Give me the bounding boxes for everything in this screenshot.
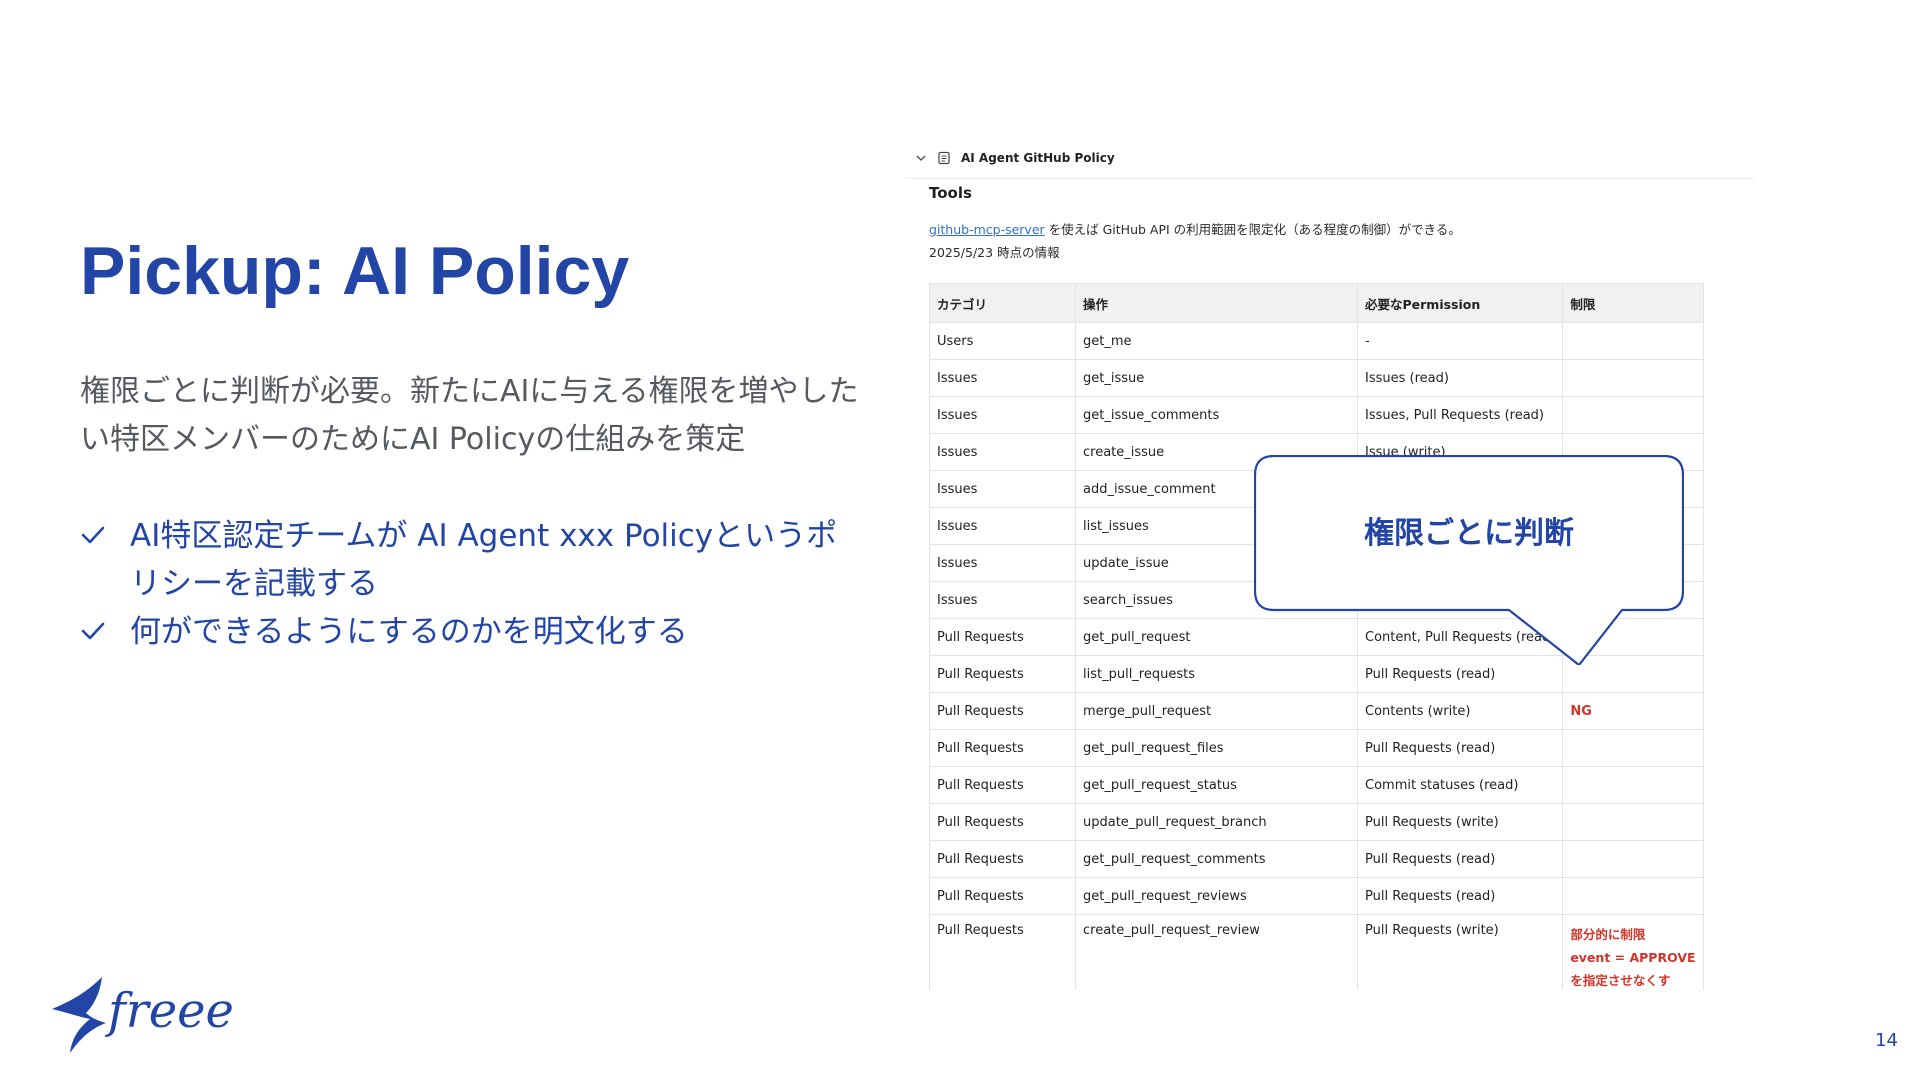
cell-limit — [1562, 877, 1704, 915]
table-row: Pull Requests get_pull_request_files Pull … — [929, 729, 1704, 767]
cell-operation: get_issue_comments — [1075, 396, 1358, 434]
bullet-item: AI特区認定チームが AI Agent xxx Policyというポリシーを記載… — [80, 512, 860, 608]
table-row: Users get_me - — [929, 322, 1704, 360]
limit-line: event = APPROVE — [1570, 950, 1696, 965]
cell-permission: Pull Requests (read) — [1356, 840, 1564, 878]
cell-category: Users — [929, 322, 1076, 360]
tools-note-text: を使えば GitHub API の利用範囲を限定化（ある程度の制御）ができる。 — [1044, 222, 1461, 237]
cell-operation: merge_pull_request — [1075, 692, 1358, 730]
table-row: Pull Requests get_pull_request_reviews Pul… — [929, 877, 1704, 915]
cell-permission: Pull Requests (write) — [1356, 803, 1564, 841]
cell-limit: 部分的に制限 event = APPROVE を指定させなくす — [1562, 914, 1704, 990]
cell-permission: Pull Requests (read) — [1356, 729, 1564, 767]
table-row: Pull Requests get_pull_request_status Comm… — [929, 766, 1704, 804]
callout-bubble — [1254, 455, 1684, 665]
cell-category: Issues — [929, 396, 1076, 434]
cell-permission: Pull Requests (read) — [1356, 877, 1564, 915]
cell-operation: create_pull_request_review — [1075, 914, 1358, 990]
svg-text:freee: freee — [105, 983, 234, 1039]
chevron-down-icon[interactable] — [915, 152, 927, 164]
doc-title[interactable]: AI Agent GitHub Policy — [961, 151, 1115, 165]
github-mcp-server-link[interactable]: github-mcp-server — [929, 222, 1045, 237]
page-number: 14 — [1875, 1030, 1898, 1051]
cell-category: Pull Requests — [929, 877, 1076, 915]
limit-line: 部分的に制限 — [1570, 927, 1646, 942]
table-row: Issues get_issue_comments Issues, Pull Req… — [929, 396, 1704, 434]
cell-operation: get_pull_request_comments — [1075, 840, 1358, 878]
cell-category: Pull Requests — [929, 618, 1076, 656]
cell-category: Issues — [929, 470, 1076, 508]
cell-limit: NG — [1562, 692, 1704, 730]
doc-header: AI Agent GitHub Policy — [915, 146, 1115, 170]
cell-operation: update_pull_request_branch — [1075, 803, 1358, 841]
cell-permission: Contents (write) — [1356, 692, 1564, 730]
date-note: 2025/5/23 時点の情報 — [929, 245, 1060, 260]
cell-limit — [1562, 359, 1704, 397]
cell-operation: get_pull_request_files — [1075, 729, 1358, 767]
cell-category: Issues — [929, 581, 1076, 619]
cell-category: Issues — [929, 507, 1076, 545]
table-header-row: カテゴリ 操作 必要なPermission 制限 — [929, 283, 1704, 323]
cell-permission: Issues (read) — [1356, 359, 1564, 397]
table-row: Pull Requests merge_pull_request Contents … — [929, 692, 1704, 730]
cell-limit — [1562, 396, 1704, 434]
cell-category: Pull Requests — [929, 692, 1076, 730]
cell-limit — [1562, 803, 1704, 841]
table-row: Pull Requests update_pull_request_branch P… — [929, 803, 1704, 841]
cell-category: Pull Requests — [929, 766, 1076, 804]
cell-limit — [1562, 840, 1704, 878]
cell-operation: get_me — [1075, 322, 1358, 360]
cell-category: Pull Requests — [929, 729, 1076, 767]
column-header-operation: 操作 — [1075, 283, 1358, 323]
check-icon — [80, 618, 108, 646]
section-heading: Tools — [929, 184, 972, 202]
cell-permission: Pull Requests (write) — [1356, 914, 1564, 990]
cell-permission: Issues, Pull Requests (read) — [1356, 396, 1564, 434]
cell-limit — [1562, 729, 1704, 767]
limit-line: を指定させなくす — [1570, 973, 1671, 988]
freee-logo: freee — [52, 977, 234, 1053]
bullet-list: AI特区認定チームが AI Agent xxx Policyというポリシーを記載… — [80, 512, 860, 656]
table-row: Issues get_issue Issues (read) — [929, 359, 1704, 397]
tools-note: github-mcp-server を使えば GitHub API の利用範囲を… — [929, 219, 1461, 238]
column-header-permission: 必要なPermission — [1356, 283, 1564, 323]
check-icon — [80, 522, 108, 550]
cell-category: Pull Requests — [929, 655, 1076, 693]
cell-category: Pull Requests — [929, 914, 1076, 990]
document-icon — [937, 151, 951, 165]
cell-category: Issues — [929, 544, 1076, 582]
bullet-text: AI特区認定チームが AI Agent xxx Policyというポリシーを記載… — [130, 518, 838, 602]
cell-permission: Commit statuses (read) — [1356, 766, 1564, 804]
cell-limit — [1562, 322, 1704, 360]
column-header-limit: 制限 — [1562, 283, 1704, 323]
cell-category: Issues — [929, 359, 1076, 397]
column-header-category: カテゴリ — [929, 283, 1076, 323]
slide-title: Pickup: AI Policy — [80, 233, 630, 309]
cell-limit — [1562, 766, 1704, 804]
cell-category: Issues — [929, 433, 1076, 471]
bullet-text: 何ができるようにするのかを明文化する — [130, 614, 688, 650]
cell-category: Pull Requests — [929, 840, 1076, 878]
divider — [905, 178, 1755, 179]
bullet-item: 何ができるようにするのかを明文化する — [80, 608, 860, 656]
cell-permission: - — [1356, 322, 1564, 360]
cell-operation: get_pull_request_reviews — [1075, 877, 1358, 915]
table-row: Pull Requests create_pull_request_review P… — [929, 914, 1704, 990]
slide-description: 権限ごとに判断が必要。新たにAIに与える権限を増やしたい特区メンバーのためにAI… — [80, 374, 859, 457]
callout-text: 権限ごとに判断 — [1364, 516, 1574, 551]
cell-category: Pull Requests — [929, 803, 1076, 841]
cell-operation: get_issue — [1075, 359, 1358, 397]
cell-operation: get_pull_request_status — [1075, 766, 1358, 804]
table-row: Pull Requests get_pull_request_comments Pu… — [929, 840, 1704, 878]
